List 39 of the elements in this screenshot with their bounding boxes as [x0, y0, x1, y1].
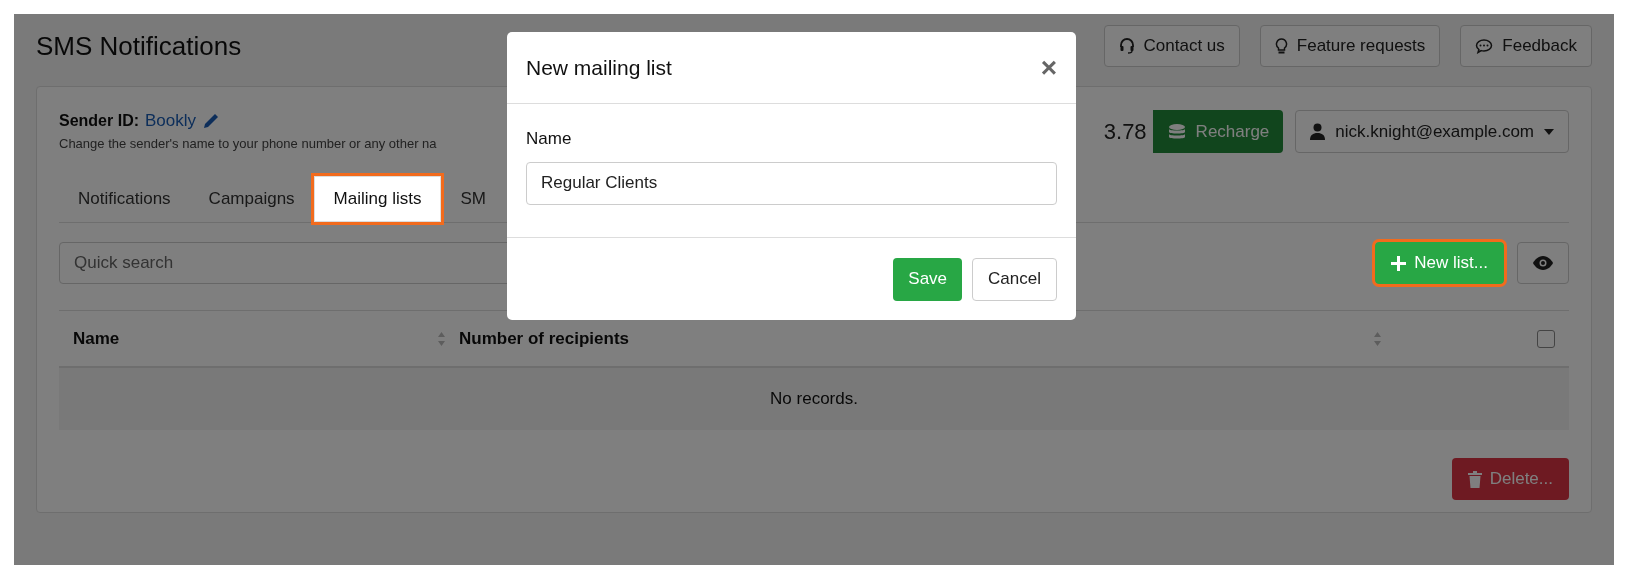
caret-icon [1544, 128, 1554, 135]
speech-bubble-icon [1475, 38, 1494, 54]
tab[interactable]: Campaigns [189, 176, 314, 222]
coins-icon [1166, 122, 1187, 141]
column-header[interactable]: Number of recipients [459, 325, 630, 352]
eye-icon [1533, 256, 1553, 270]
sender-hint: Change the sender's name to your phone number or any other na [59, 134, 437, 153]
cancel-button[interactable]: Cancel [972, 257, 1057, 301]
plus-icon [1391, 255, 1407, 271]
field-label: Name [526, 128, 573, 150]
balance-text: 3.78 [1103, 118, 1148, 146]
recharge-button[interactable]: Recharge [1152, 110, 1284, 153]
dialog-title: New mailing list [526, 54, 672, 81]
header-button[interactable]: Feedback [1460, 25, 1592, 67]
tab[interactable]: Mailing lists [313, 176, 442, 222]
pencil-icon[interactable] [202, 111, 221, 130]
empty-message: No records. [770, 388, 858, 411]
sender-link[interactable]: Bookly [145, 108, 197, 134]
column-header[interactable]: Name [73, 325, 120, 352]
headset-icon [1118, 38, 1135, 54]
lightbulb-icon [1274, 37, 1288, 55]
account-dropdown[interactable]: nick.knight@example.com [1295, 110, 1569, 153]
save-button[interactable]: Save [893, 257, 963, 301]
trash-icon [1467, 470, 1482, 488]
sort-icon[interactable] [1374, 331, 1381, 346]
tab[interactable]: Notifications [59, 176, 190, 222]
page-title: SMS Notifications [36, 29, 242, 63]
new-list-button[interactable]: New list... [1375, 242, 1504, 284]
header-button[interactable]: Contact us [1103, 25, 1240, 67]
sort-icon[interactable] [438, 331, 445, 346]
user-icon [1310, 123, 1326, 140]
close-button[interactable]: × [1040, 53, 1057, 82]
visibility-button[interactable] [1517, 242, 1569, 284]
header-button[interactable]: Feature requests [1259, 25, 1441, 67]
delete-button[interactable]: Delete... [1451, 458, 1569, 500]
select-all-checkbox[interactable] [1537, 329, 1555, 348]
sender-label: Sender ID: [59, 110, 139, 131]
tab[interactable]: SM [441, 176, 505, 222]
name-field[interactable]: Regular Clients [526, 161, 1057, 205]
